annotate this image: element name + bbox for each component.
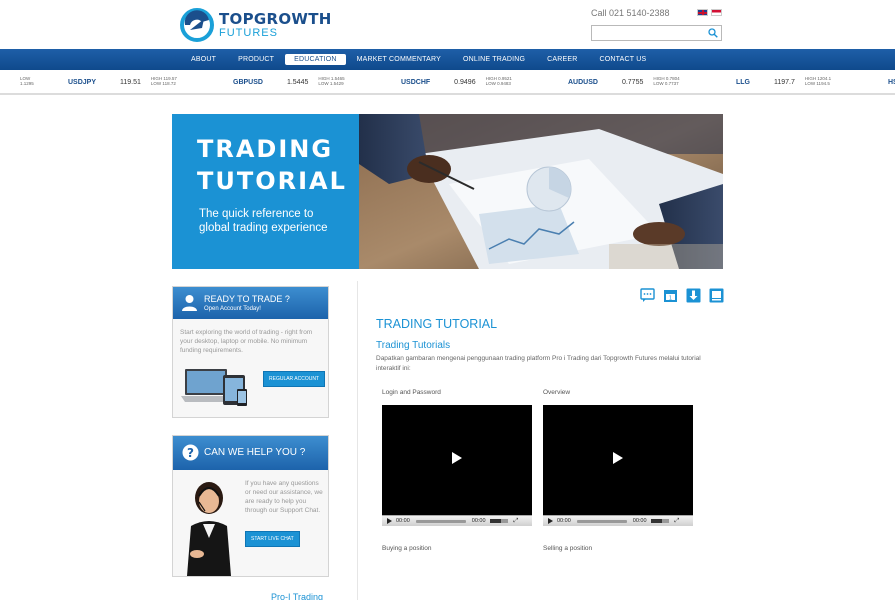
ticker-low: LOW 1194.5 xyxy=(804,81,830,86)
total-time: 00:00 xyxy=(471,518,486,524)
video-controls: 00:00 00:00 ⤢ xyxy=(382,515,532,526)
ticker-price: 0.9496 xyxy=(454,78,476,86)
calendar-icon[interactable]: 1 xyxy=(663,288,678,303)
language-flags xyxy=(697,9,722,16)
window-icon[interactable] xyxy=(709,288,724,303)
svg-text:1: 1 xyxy=(669,295,672,301)
ticker-symbol: USDJPY xyxy=(68,78,97,86)
ticker-low: 1.1295 xyxy=(20,81,34,86)
can-we-help-header: ? CAN WE HELP YOU ? xyxy=(173,436,328,470)
section-description: Dapatkan gambaran mengenai penggunaan tr… xyxy=(376,355,701,372)
current-time: 00:00 xyxy=(557,518,571,524)
fullscreen-icon[interactable]: ⤢ xyxy=(514,518,519,525)
video-player[interactable]: 00:00 00:00 ⤢ xyxy=(382,405,532,526)
ticker-low: LOW 118.72 xyxy=(150,81,176,86)
support-agent-photo xyxy=(187,482,231,576)
ready-to-trade-card: READY TO TRADE ? Open Account Today! Sta… xyxy=(172,286,329,418)
nav-career[interactable]: CAREER xyxy=(536,56,588,63)
devices-image xyxy=(181,369,247,406)
page-title: TRADING TUTORIAL xyxy=(376,317,498,331)
main-nav: ABOUT PRODUCT EDUCATION MARKET COMMENTAR… xyxy=(0,49,895,70)
svg-text:?: ? xyxy=(187,446,194,460)
start-live-chat-button[interactable]: START LIVE CHAT xyxy=(245,531,300,547)
ticker-item: USDJPY 119.51 HIGH 119.57 LOW 118.72 xyxy=(68,71,177,93)
nav-contact-us[interactable]: CONTACT US xyxy=(589,56,658,63)
progress-bar[interactable] xyxy=(576,519,627,523)
ticker-symbol: LLG xyxy=(736,78,750,86)
ticker-item: USDCHF 0.9496 HIGH 0.9521 LOW 0.9483 xyxy=(401,71,512,93)
ready-to-trade-header: READY TO TRADE ? Open Account Today! xyxy=(173,287,328,319)
can-we-help-card: ? CAN WE HELP YOU ? If you have any ques… xyxy=(172,435,329,577)
nav-education[interactable]: EDUCATION xyxy=(285,54,346,65)
ticker-item: LLG 1197.7 HIGH 1204.1 LOW 1194.5 xyxy=(736,71,831,93)
hero-subtitle: The quick reference to global trading ex… xyxy=(199,208,328,234)
section-title: Trading Tutorials xyxy=(376,340,451,351)
download-icon[interactable] xyxy=(686,288,701,303)
nav-about[interactable]: ABOUT xyxy=(180,56,227,63)
video-controls: 00:00 00:00 ⤢ xyxy=(543,515,693,526)
brand-name: TOPGROWTH xyxy=(219,9,332,28)
user-icon xyxy=(182,295,197,311)
ticker-item: LOW 1.1295 xyxy=(20,71,34,93)
search-input[interactable] xyxy=(592,29,702,44)
hero-banner: TRADING TUTORIAL The quick reference to … xyxy=(172,114,723,269)
nav-product[interactable]: PRODUCT xyxy=(227,56,285,63)
regular-account-button[interactable]: REGULAR ACCOUNT xyxy=(263,371,326,387)
volume-icon[interactable] xyxy=(489,519,508,523)
video-label: Buying a position xyxy=(382,545,432,552)
price-ticker: LOW 1.1295 USDJPY 119.51 HIGH 119.57 LOW 1… xyxy=(0,71,895,95)
card-text: Start exploring the world of trading - r… xyxy=(180,329,313,354)
video-label: Selling a position xyxy=(543,545,593,552)
card-title: READY TO TRADE ? xyxy=(204,294,290,304)
search-box xyxy=(591,25,722,44)
current-time: 00:00 xyxy=(396,518,410,524)
english-flag-icon[interactable] xyxy=(697,9,708,16)
nav-online-trading[interactable]: ONLINE TRADING xyxy=(452,56,536,63)
ticker-price: 119.51 xyxy=(120,78,141,86)
ticker-price: 1.5445 xyxy=(286,78,309,86)
total-time: 00:00 xyxy=(632,518,647,524)
card-subtitle: Open Account Today! xyxy=(204,306,261,312)
ticker-low: LOW 0.9483 xyxy=(485,81,511,86)
play-icon[interactable] xyxy=(452,452,462,464)
ticker-price: 0.7755 xyxy=(621,78,644,86)
pro-i-trading-link[interactable]: Pro-I Trading xyxy=(271,592,323,600)
search-icon[interactable] xyxy=(708,28,718,38)
play-button-icon[interactable] xyxy=(387,518,392,524)
video-label: Login and Password xyxy=(382,389,441,396)
card-text: If you have any questions or need our as… xyxy=(245,480,323,514)
call-number: Call 021 5140-2388 xyxy=(591,8,670,18)
question-icon: ? xyxy=(182,444,199,461)
video-player[interactable]: 00:00 00:00 ⤢ xyxy=(543,405,693,526)
play-button-icon[interactable] xyxy=(548,518,553,524)
indonesia-flag-icon[interactable] xyxy=(711,9,722,16)
play-icon[interactable] xyxy=(613,452,623,464)
ticker-low: LOW 1.5429 xyxy=(318,81,344,86)
brand-sub: FUTURES xyxy=(219,26,278,39)
ticker-symbol: USDCHF xyxy=(401,78,431,86)
video-label: Overview xyxy=(543,389,571,396)
ticker-symbol: AUDUSD xyxy=(568,78,598,86)
ticker-low: LOW 0.7737 xyxy=(653,81,679,86)
ticker-price: 1197.7 xyxy=(774,78,795,86)
fullscreen-icon[interactable]: ⤢ xyxy=(675,518,680,525)
chat-icon[interactable] xyxy=(640,288,655,303)
ticker-symbol: GBPUSD xyxy=(233,78,263,86)
page: TOPGROWTH FUTURES Call 021 5140-2388 ABO… xyxy=(0,0,895,600)
action-icons: 1 xyxy=(640,288,724,303)
column-divider xyxy=(357,281,358,600)
logo[interactable]: TOPGROWTH FUTURES xyxy=(180,8,332,42)
ticker-item: GBPUSD 1.5445 HIGH 1.5465 LOW 1.5429 xyxy=(233,71,345,93)
nav-market-commentary[interactable]: MARKET COMMENTARY xyxy=(346,56,452,63)
ticker-item: HS xyxy=(888,71,895,93)
hero-title: TRADING TUTORIAL xyxy=(197,135,347,195)
volume-icon[interactable] xyxy=(650,519,669,523)
logo-mark-icon xyxy=(180,8,214,42)
card-title: CAN WE HELP YOU ? xyxy=(204,447,306,458)
ticker-item: AUDUSD 0.7755 HIGH 0.7804 LOW 0.7737 xyxy=(568,71,680,93)
progress-bar[interactable] xyxy=(415,519,466,523)
hero-business-photo xyxy=(359,114,723,269)
ticker-symbol: HS xyxy=(888,78,895,86)
hero-text-panel: TRADING TUTORIAL The quick reference to … xyxy=(172,114,359,269)
